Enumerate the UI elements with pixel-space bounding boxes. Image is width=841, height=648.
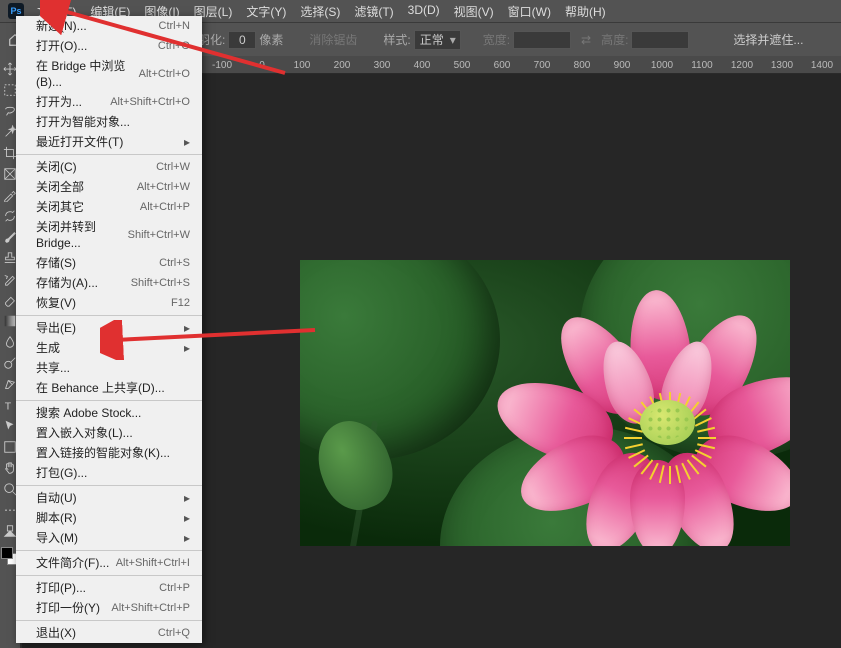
menu-item[interactable]: 最近打开文件(T): [16, 132, 202, 152]
menu-item[interactable]: 打包(G)...: [16, 463, 202, 483]
select-and-mask-button[interactable]: 选择并遮住...: [721, 27, 815, 52]
menu-item[interactable]: 恢复(V)F12: [16, 293, 202, 313]
swap-wh-icon[interactable]: ⇄: [577, 31, 595, 49]
width-input: [513, 31, 571, 49]
height-label: 高度:: [601, 31, 628, 48]
antialias-label: 消除锯齿: [309, 31, 357, 48]
document-image: [300, 260, 790, 546]
menu-item[interactable]: 在 Bridge 中浏览(B)...Alt+Ctrl+O: [16, 56, 202, 92]
ruler-tick: 400: [414, 60, 431, 71]
ruler-tick: 1100: [691, 60, 713, 71]
ruler-tick: 300: [374, 60, 391, 71]
menu-文字[interactable]: 文字(Y): [239, 0, 293, 23]
ruler-tick: 1300: [771, 60, 793, 71]
ruler-tick: 800: [574, 60, 591, 71]
menu-item[interactable]: 关闭全部Alt+Ctrl+W: [16, 177, 202, 197]
ruler-tick: 600: [494, 60, 511, 71]
ruler-tick: 0: [259, 60, 265, 71]
menu-item[interactable]: 置入链接的智能对象(K)...: [16, 443, 202, 463]
feather-label: 羽化:: [198, 31, 225, 48]
menu-item[interactable]: 关闭并转到 Bridge...Shift+Ctrl+W: [16, 217, 202, 253]
menu-item[interactable]: 打开为...Alt+Shift+Ctrl+O: [16, 92, 202, 112]
menu-item[interactable]: 存储为(A)...Shift+Ctrl+S: [16, 273, 202, 293]
ruler-tick: 100: [294, 60, 311, 71]
menu-item[interactable]: 新建(N)...Ctrl+N: [16, 16, 202, 36]
menu-3d[interactable]: 3D(D): [401, 0, 447, 23]
menu-item[interactable]: 导入(M): [16, 528, 202, 548]
menu-item[interactable]: 打开为智能对象...: [16, 112, 202, 132]
menu-item[interactable]: 打印(P)...Ctrl+P: [16, 578, 202, 598]
menu-item[interactable]: 置入嵌入对象(L)...: [16, 423, 202, 443]
menu-item[interactable]: 关闭其它Alt+Ctrl+P: [16, 197, 202, 217]
menu-item[interactable]: 文件简介(F)...Alt+Shift+Ctrl+I: [16, 553, 202, 573]
menu-item[interactable]: 在 Behance 上共享(D)...: [16, 378, 202, 398]
width-label: 宽度:: [483, 31, 510, 48]
menu-item[interactable]: 导出(E): [16, 318, 202, 338]
menu-item[interactable]: 搜索 Adobe Stock...: [16, 403, 202, 423]
file-menu-dropdown: 新建(N)...Ctrl+N打开(O)...Ctrl+O在 Bridge 中浏览…: [16, 16, 202, 643]
menu-item[interactable]: 关闭(C)Ctrl+W: [16, 157, 202, 177]
feather-unit: 像素: [259, 31, 283, 48]
menu-item[interactable]: 打印一份(Y)Alt+Shift+Ctrl+P: [16, 598, 202, 618]
height-input: [631, 31, 689, 49]
menu-滤镜[interactable]: 滤镜(T): [347, 0, 400, 23]
ruler-tick: 500: [454, 60, 471, 71]
ruler-tick: 1400: [811, 60, 833, 71]
style-select[interactable]: 正常: [414, 30, 461, 50]
svg-text:T: T: [5, 400, 12, 412]
feather-value[interactable]: 0: [228, 31, 256, 49]
menu-窗口[interactable]: 窗口(W): [501, 0, 558, 23]
ruler-tick: 200: [334, 60, 351, 71]
menu-帮助[interactable]: 帮助(H): [558, 0, 613, 23]
menu-视图[interactable]: 视图(V): [447, 0, 501, 23]
ruler-tick: 700: [534, 60, 551, 71]
ruler-tick: -100: [212, 60, 232, 71]
menu-item[interactable]: 生成: [16, 338, 202, 358]
menu-item[interactable]: 退出(X)Ctrl+Q: [16, 623, 202, 643]
menu-item[interactable]: 脚本(R): [16, 508, 202, 528]
ruler-tick: 1000: [651, 60, 673, 71]
menu-item[interactable]: 自动(U): [16, 488, 202, 508]
ruler-tick: 900: [614, 60, 631, 71]
style-label: 样式:: [383, 31, 410, 48]
ruler-tick: 1200: [731, 60, 753, 71]
menu-item[interactable]: 共享...: [16, 358, 202, 378]
menu-选择[interactable]: 选择(S): [293, 0, 347, 23]
menu-item[interactable]: 存储(S)Ctrl+S: [16, 253, 202, 273]
menu-item[interactable]: 打开(O)...Ctrl+O: [16, 36, 202, 56]
